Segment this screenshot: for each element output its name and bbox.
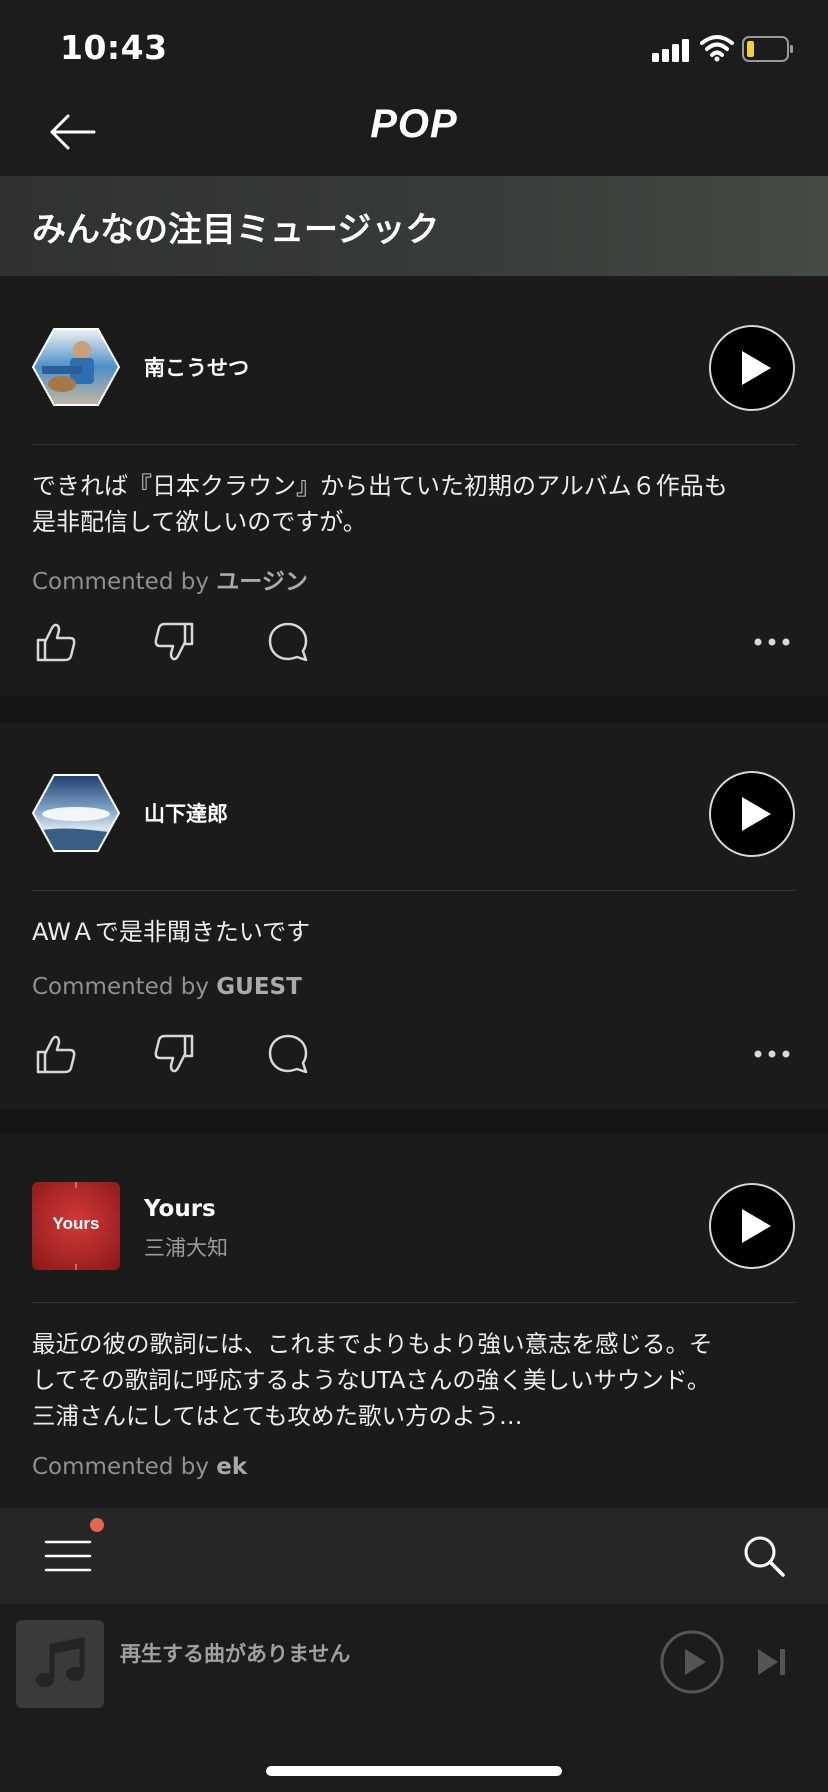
- track-row[interactable]: Yours Yours 三浦大知: [0, 1134, 828, 1304]
- commented-by: Commented by ユージン: [32, 569, 308, 595]
- battery-icon: [742, 36, 793, 62]
- thumbs-down-icon[interactable]: [152, 1032, 196, 1076]
- player-play-icon[interactable]: [660, 1630, 724, 1694]
- skip-next-icon[interactable]: [756, 1646, 788, 1678]
- comment-card: 南こうせつ できれば『日本クラウン』から出ていた初期のアルバム６作品も 是非配信…: [0, 276, 828, 696]
- hamburger-menu-icon[interactable]: [44, 1536, 92, 1576]
- commenter-name[interactable]: ek: [216, 1454, 247, 1480]
- commenter-name[interactable]: GUEST: [216, 974, 302, 1000]
- divider: [32, 890, 796, 891]
- home-indicator: [266, 1766, 562, 1776]
- thumbs-down-icon[interactable]: [152, 620, 196, 664]
- more-options-icon[interactable]: [752, 636, 792, 648]
- track-artist[interactable]: 三浦大知: [144, 1232, 228, 1262]
- album-artwork: Yours: [32, 1182, 120, 1270]
- comment-card: Yours Yours 三浦大知 最近の彼の歌詞には、これまでよりもより強い意志…: [0, 1134, 828, 1508]
- track-title[interactable]: Yours: [144, 1196, 216, 1222]
- section-header: みんなの注目ミュージック: [0, 176, 828, 276]
- more-options-icon[interactable]: [752, 1048, 792, 1060]
- thumbs-up-icon[interactable]: [34, 1032, 78, 1076]
- artist-row[interactable]: 南こうせつ: [0, 276, 828, 446]
- divider: [32, 1302, 796, 1303]
- commented-by: Commented by ek: [32, 1454, 248, 1480]
- comment-icon[interactable]: [266, 1032, 310, 1076]
- artist-name[interactable]: 山下達郎: [144, 798, 228, 828]
- play-button-icon[interactable]: [708, 770, 796, 858]
- mini-player: 再生する曲がありません: [0, 1604, 828, 1792]
- divider: [32, 444, 796, 445]
- search-icon[interactable]: [742, 1534, 786, 1578]
- comment-text[interactable]: 最近の彼の歌詞には、これまでよりもより強い意志を感じる。そ してその歌詞に呼応す…: [32, 1326, 802, 1434]
- comment-text[interactable]: できれば『日本クラウン』から出ていた初期のアルバム６作品も 是非配信して欲しいの…: [32, 468, 802, 540]
- now-playing-text: 再生する曲がありません: [120, 1642, 351, 1666]
- artist-thumbnail: [32, 774, 120, 852]
- status-bar: 10:43: [0, 0, 828, 96]
- comment-text[interactable]: AWＡで是非聞きたいです: [32, 914, 802, 950]
- player-artwork[interactable]: [16, 1620, 104, 1708]
- artist-thumbnail: [32, 328, 120, 406]
- section-title: みんなの注目ミュージック: [32, 210, 440, 250]
- artist-row[interactable]: 山下達郎: [0, 722, 828, 892]
- navigation-bar: POP: [0, 96, 828, 176]
- music-note-icon: [36, 1636, 85, 1687]
- play-button-icon[interactable]: [708, 1182, 796, 1270]
- bottom-toolbar: [0, 1508, 828, 1604]
- status-time: 10:43: [60, 28, 168, 67]
- album-artwork-image: Yours: [32, 1182, 120, 1270]
- comment-card: 山下達郎 AWＡで是非聞きたいです Commented by GUEST: [0, 722, 828, 1110]
- thumbs-up-icon[interactable]: [34, 620, 78, 664]
- artist-name[interactable]: 南こうせつ: [144, 352, 249, 382]
- commenter-name[interactable]: ユージン: [216, 569, 308, 595]
- notification-badge: [88, 1516, 106, 1534]
- cellular-signal-icon: [652, 39, 689, 62]
- comment-icon[interactable]: [266, 620, 310, 664]
- page-title: POP: [370, 102, 458, 146]
- play-button-icon[interactable]: [708, 324, 796, 412]
- wifi-icon: [700, 35, 734, 62]
- artwork-title: Yours: [53, 1214, 100, 1233]
- commented-by: Commented by GUEST: [32, 974, 302, 1000]
